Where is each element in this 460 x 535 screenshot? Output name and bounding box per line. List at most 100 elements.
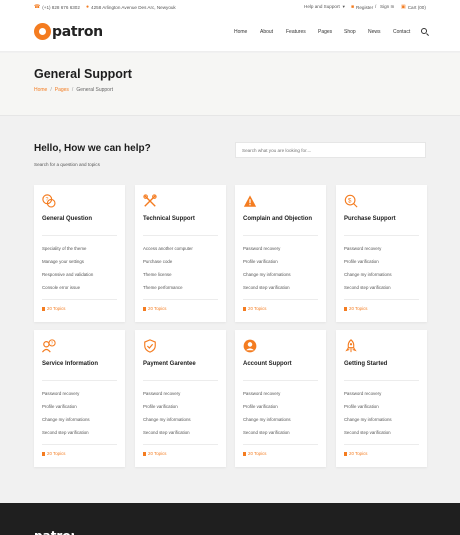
- card-title[interactable]: Service Information: [42, 361, 98, 367]
- card-link-item[interactable]: Password recovery: [42, 391, 79, 396]
- search-icon[interactable]: [421, 28, 427, 34]
- card-title[interactable]: Getting Started: [344, 361, 387, 367]
- card-link-item[interactable]: Second step varification: [42, 430, 89, 435]
- topic-card[interactable]: Payment Garentee Password recovery Profile…: [135, 330, 226, 467]
- card-link-item[interactable]: Profile varification: [42, 404, 77, 409]
- rocket-icon: [344, 339, 358, 353]
- svg-text:?: ?: [51, 341, 54, 346]
- phone-info: ☎ (+1) 828 676 6302: [34, 4, 80, 10]
- card-topics-link[interactable]: 20 Topics: [143, 451, 166, 456]
- card-link-item[interactable]: Second step varification: [243, 285, 290, 290]
- card-link-item[interactable]: Access another computer: [143, 246, 193, 251]
- main-nav: patron Home About Features Pages Shop Ne…: [0, 14, 460, 52]
- warning-icon: [243, 194, 257, 208]
- card-link-item[interactable]: Change my informations: [42, 417, 90, 422]
- topics-count: 20 Topics: [47, 306, 66, 311]
- card-link-item[interactable]: Change my informations: [143, 417, 191, 422]
- card-divider: [143, 299, 218, 300]
- register-label: Register: [356, 4, 374, 10]
- question-bubbles-icon: ?: [42, 194, 56, 208]
- card-title[interactable]: Purchase Support: [344, 216, 396, 222]
- card-link-item[interactable]: Profile varification: [243, 404, 278, 409]
- shield-check-icon: [143, 339, 157, 353]
- topic-card[interactable]: Getting Started Password recovery Profile …: [336, 330, 427, 467]
- card-link-item[interactable]: Change my informations: [243, 417, 291, 422]
- card-link-item[interactable]: Second step varification: [143, 430, 190, 435]
- topic-card[interactable]: Complain and Objection Password recovery P…: [235, 185, 326, 322]
- dollar-bubble-icon: $: [344, 194, 358, 208]
- card-divider: [344, 444, 419, 445]
- topic-card[interactable]: Technical Support Access another computer…: [135, 185, 226, 322]
- topic-card[interactable]: ? Service Information Password recovery Pro…: [34, 330, 125, 467]
- logo[interactable]: patron: [34, 23, 103, 40]
- card-link-item[interactable]: Profile varification: [243, 259, 278, 264]
- breadcrumb-pages[interactable]: Pages: [55, 87, 69, 93]
- card-link-item[interactable]: Password recovery: [143, 391, 180, 396]
- card-title[interactable]: Payment Garentee: [143, 361, 196, 367]
- card-link-item[interactable]: Change my informations: [344, 417, 392, 422]
- card-topics-link[interactable]: 20 Topics: [143, 306, 166, 311]
- breadcrumb-home[interactable]: Home: [34, 87, 47, 93]
- card-link-item[interactable]: Profile varification: [344, 404, 379, 409]
- card-link-item[interactable]: Second step varification: [243, 430, 290, 435]
- footer-logo[interactable]: patron: [34, 530, 74, 535]
- card-link-item[interactable]: Theme performance: [143, 285, 183, 290]
- card-link-item[interactable]: Change my informations: [243, 272, 291, 277]
- user-question-icon: ?: [41, 339, 56, 353]
- card-link-item[interactable]: Purchase code: [143, 259, 172, 264]
- card-topics-link[interactable]: 20 Topics: [42, 451, 65, 456]
- account-icon: [243, 339, 257, 353]
- card-topics-link[interactable]: 20 Topics: [243, 306, 266, 311]
- document-icon: [344, 306, 347, 311]
- nav-item-pages[interactable]: Pages: [318, 29, 332, 35]
- card-link-item[interactable]: Theme license: [143, 272, 172, 277]
- card-topics-link[interactable]: 20 Topics: [344, 451, 367, 456]
- card-divider: [143, 235, 218, 236]
- nav-item-news[interactable]: News: [368, 29, 381, 35]
- document-icon: [42, 451, 45, 456]
- help-search-input[interactable]: [235, 142, 426, 158]
- nav-item-contact[interactable]: Contact: [393, 29, 410, 35]
- breadcrumb-separator: /: [50, 87, 52, 93]
- card-topics-link[interactable]: 20 Topics: [344, 306, 367, 311]
- card-link-item[interactable]: Responsive and validation: [42, 272, 93, 277]
- card-link-item[interactable]: Speciality of the theme: [42, 246, 86, 251]
- card-link-item[interactable]: Password recovery: [344, 246, 381, 251]
- page-banner: General Support Home / Pages / General Suppo…: [0, 53, 460, 116]
- svg-text:$: $: [348, 197, 352, 204]
- breadcrumb: Home / Pages / General Support: [34, 87, 113, 93]
- topics-count: 20 Topics: [248, 306, 267, 311]
- card-link-item[interactable]: Change my informations: [344, 272, 392, 277]
- document-icon: [42, 306, 45, 311]
- card-link-item[interactable]: Password recovery: [243, 391, 280, 396]
- topic-card[interactable]: Account Support Password recovery Profile …: [235, 330, 326, 467]
- topic-card[interactable]: ? General Question Speciality of the theme…: [34, 185, 125, 322]
- card-link-item[interactable]: Password recovery: [243, 246, 280, 251]
- signin-link[interactable]: Sign In: [380, 4, 394, 9]
- card-title[interactable]: Account Support: [243, 361, 292, 367]
- nav-item-shop[interactable]: Shop: [344, 29, 356, 35]
- card-link-item[interactable]: Second step varification: [344, 285, 391, 290]
- topics-count: 20 Topics: [349, 306, 368, 311]
- card-title[interactable]: Complain and Objection: [243, 216, 312, 222]
- document-icon: [143, 306, 146, 311]
- card-link-item[interactable]: Password recovery: [344, 391, 381, 396]
- register-link[interactable]: ■ Register: [351, 4, 373, 10]
- card-title[interactable]: General Question: [42, 216, 92, 222]
- card-link-item[interactable]: Profile varification: [344, 259, 379, 264]
- top-bar: ☎ (+1) 828 676 6302 ● 4258 Arlington Ave…: [0, 0, 460, 14]
- card-link-item[interactable]: Manage your settings: [42, 259, 84, 264]
- card-topics-link[interactable]: 20 Topics: [42, 306, 65, 311]
- card-link-item[interactable]: Profile varification: [143, 404, 178, 409]
- document-icon: [344, 451, 347, 456]
- help-dropdown[interactable]: Help and Support ▼: [304, 4, 346, 9]
- nav-item-features[interactable]: Features: [286, 29, 306, 35]
- topic-card[interactable]: $ Purchase Support Password recovery Profil…: [336, 185, 427, 322]
- card-title[interactable]: Technical Support: [143, 216, 195, 222]
- cart-link[interactable]: ▣ Cart (00): [401, 4, 426, 10]
- nav-item-home[interactable]: Home: [234, 29, 247, 35]
- card-link-item[interactable]: Console error issue: [42, 285, 80, 290]
- card-topics-link[interactable]: 20 Topics: [243, 451, 266, 456]
- nav-item-about[interactable]: About: [260, 29, 273, 35]
- card-link-item[interactable]: Second step varification: [344, 430, 391, 435]
